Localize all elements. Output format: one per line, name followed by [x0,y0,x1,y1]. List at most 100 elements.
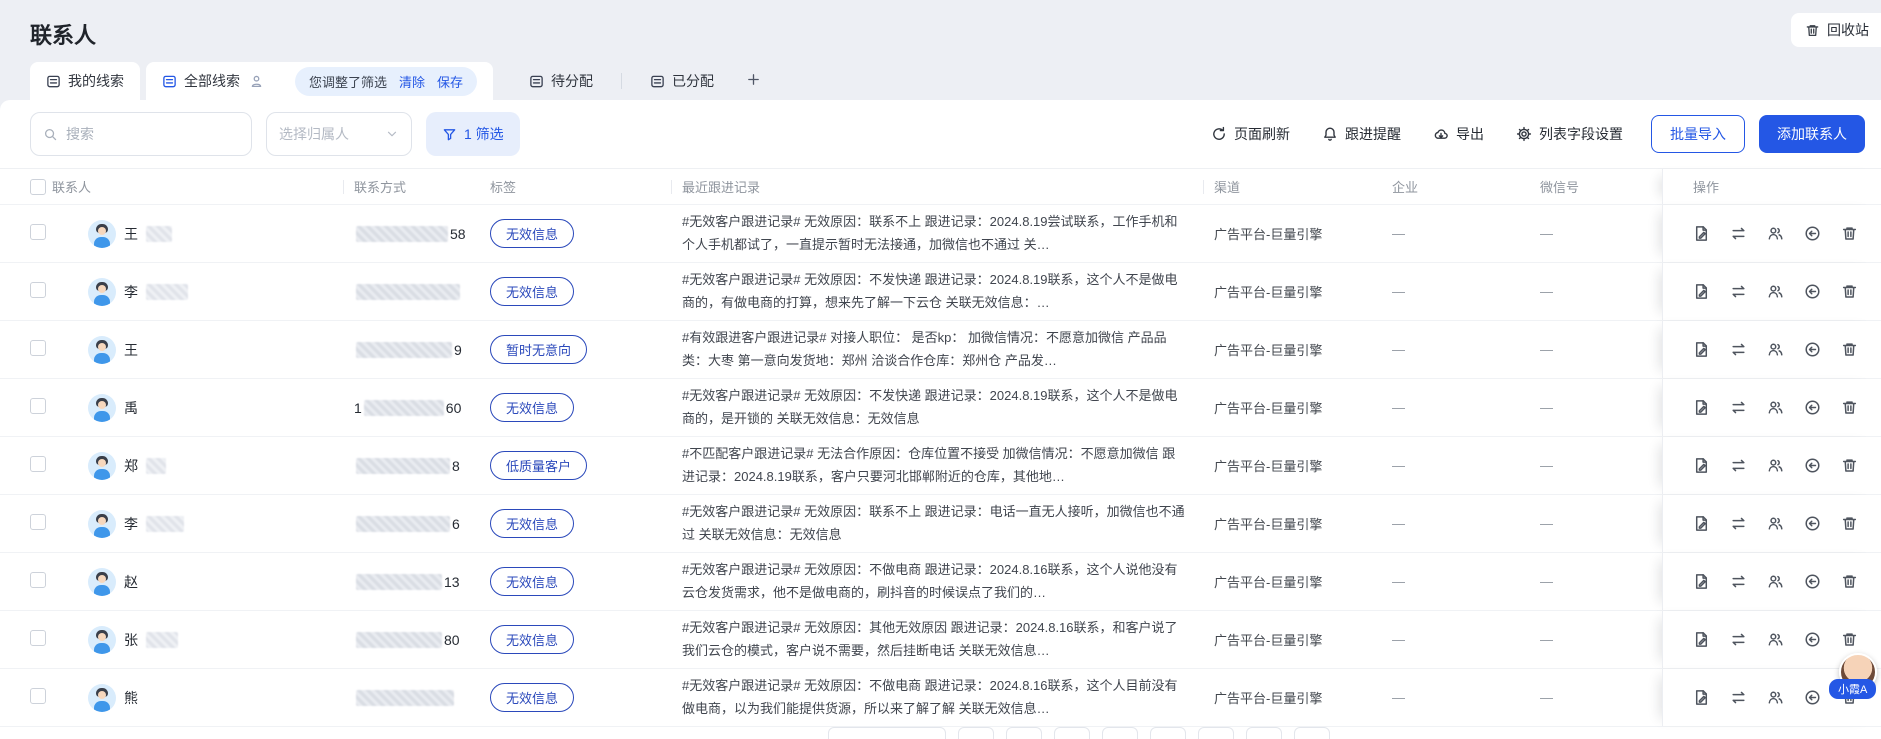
owner-person-icon[interactable] [249,74,264,89]
assign-people-icon[interactable] [1767,573,1784,590]
assign-people-icon[interactable] [1767,457,1784,474]
write-record-icon[interactable] [1693,225,1710,242]
row-checkbox[interactable] [30,340,46,356]
transfer-icon[interactable] [1730,341,1747,358]
contact-cell[interactable]: 熊 [52,684,354,712]
tab-assigned[interactable]: 已分配 [634,62,730,100]
transfer-icon[interactable] [1730,573,1747,590]
select-all-checkbox[interactable] [30,179,46,195]
channel-cell: 广告平台-巨量引擎 [1214,572,1392,591]
write-record-icon[interactable] [1693,515,1710,532]
page-button[interactable] [1246,727,1282,739]
transfer-icon[interactable] [1730,225,1747,242]
return-icon[interactable] [1804,341,1821,358]
add-tab-button[interactable] [746,72,761,92]
return-icon[interactable] [1804,225,1821,242]
page-button[interactable] [1102,727,1138,739]
transfer-icon[interactable] [1730,631,1747,648]
page-button[interactable] [1198,727,1234,739]
transfer-icon[interactable] [1730,689,1747,706]
owner-select[interactable]: 选择归属人 [266,112,412,156]
list-fields-settings-button[interactable]: 列表字段设置 [1516,124,1623,144]
col-header-actions: 操作 [1662,169,1881,204]
search-input[interactable] [66,126,239,142]
contact-cell[interactable]: 李 [52,510,354,538]
return-icon[interactable] [1804,399,1821,416]
transfer-icon[interactable] [1730,457,1747,474]
delete-icon[interactable] [1841,399,1858,416]
delete-icon[interactable] [1841,457,1858,474]
delete-icon[interactable] [1841,631,1858,648]
return-icon[interactable] [1804,283,1821,300]
write-record-icon[interactable] [1693,283,1710,300]
row-checkbox[interactable] [30,630,46,646]
transfer-icon[interactable] [1730,399,1747,416]
export-button[interactable]: 导出 [1433,124,1484,144]
avatar [88,394,116,422]
write-record-icon[interactable] [1693,631,1710,648]
assign-people-icon[interactable] [1767,689,1784,706]
write-record-icon[interactable] [1693,573,1710,590]
follow-up-reminder-button[interactable]: 跟进提醒 [1322,124,1401,144]
tab-all-leads[interactable]: 全部线索 您调整了筛选 清除 保存 [146,62,493,100]
transfer-icon[interactable] [1730,515,1747,532]
write-record-icon[interactable] [1693,399,1710,416]
write-record-icon[interactable] [1693,341,1710,358]
filter-clear-link[interactable]: 清除 [399,72,425,91]
page-button[interactable] [958,727,994,739]
filter-count-chip[interactable]: 1 筛选 [426,112,520,156]
page-button[interactable] [1006,727,1042,739]
drag-dots-icon[interactable] [272,74,287,89]
return-icon[interactable] [1804,631,1821,648]
row-checkbox[interactable] [30,456,46,472]
transfer-icon[interactable] [1730,283,1747,300]
assign-people-icon[interactable] [1767,225,1784,242]
contact-cell[interactable]: 李 [52,278,354,306]
tab-pending[interactable]: 待分配 [513,62,609,100]
contact-cell[interactable]: 王 [52,336,354,364]
contact-cell[interactable]: 王 [52,220,354,248]
contact-cell[interactable]: 张 [52,626,354,654]
recycle-bin-button[interactable]: 回收站 [1791,13,1881,47]
write-record-icon[interactable] [1693,689,1710,706]
return-icon[interactable] [1804,689,1821,706]
delete-icon[interactable] [1841,283,1858,300]
contact-name: 王 [124,340,138,360]
contact-cell[interactable]: 禹 [52,394,354,422]
assign-people-icon[interactable] [1767,631,1784,648]
contact-cell[interactable]: 赵 [52,568,354,596]
assistant-widget[interactable]: 小霞A [1835,653,1879,691]
row-checkbox[interactable] [30,282,46,298]
refresh-button[interactable]: 页面刷新 [1211,124,1290,144]
page-button[interactable] [1150,727,1186,739]
batch-import-button[interactable]: 批量导入 [1651,115,1745,153]
assign-people-icon[interactable] [1767,341,1784,358]
return-icon[interactable] [1804,573,1821,590]
tag-pill: 无效信息 [490,567,574,596]
redacted-name [146,516,184,532]
delete-icon[interactable] [1841,515,1858,532]
page-button[interactable] [1294,727,1330,739]
tab-my-leads[interactable]: 我的线索 [30,62,140,100]
page-button[interactable] [1054,727,1090,739]
row-checkbox[interactable] [30,688,46,704]
return-icon[interactable] [1804,457,1821,474]
avatar [88,452,116,480]
return-icon[interactable] [1804,515,1821,532]
assign-people-icon[interactable] [1767,283,1784,300]
search-box[interactable] [30,112,252,156]
delete-icon[interactable] [1841,341,1858,358]
assign-people-icon[interactable] [1767,399,1784,416]
row-checkbox[interactable] [30,514,46,530]
row-checkbox[interactable] [30,572,46,588]
page-size-select[interactable] [828,727,946,739]
row-checkbox[interactable] [30,398,46,414]
assign-people-icon[interactable] [1767,515,1784,532]
delete-icon[interactable] [1841,225,1858,242]
row-checkbox[interactable] [30,224,46,240]
contact-cell[interactable]: 郑 [52,452,354,480]
filter-save-link[interactable]: 保存 [437,72,463,91]
add-contact-button[interactable]: 添加联系人 [1759,115,1865,153]
delete-icon[interactable] [1841,573,1858,590]
write-record-icon[interactable] [1693,457,1710,474]
